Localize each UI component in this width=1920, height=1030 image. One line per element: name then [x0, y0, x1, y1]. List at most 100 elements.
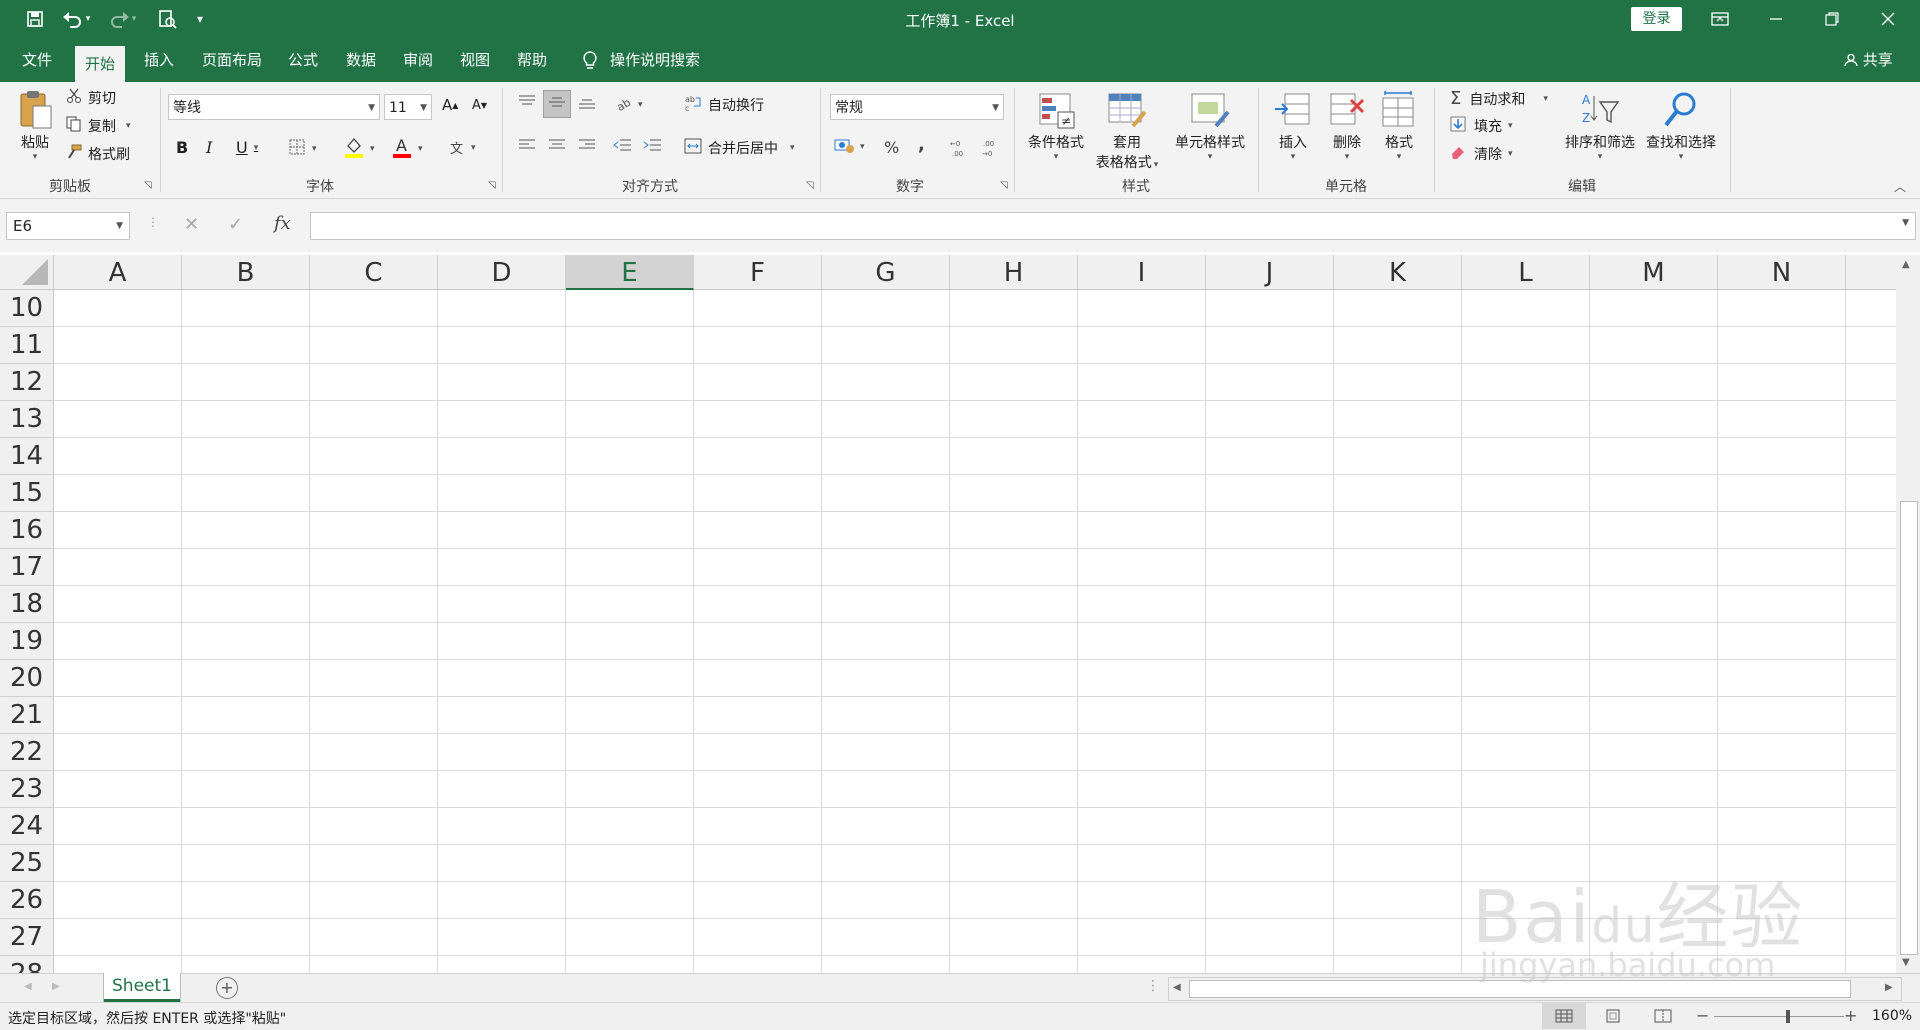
autosum-button[interactable]: Σ 自动求和 ▾: [1450, 88, 1548, 109]
row-header-24[interactable]: 24: [0, 808, 54, 845]
cell-styles-button[interactable]: 单元格样式 ▾: [1170, 90, 1250, 162]
tab-split-grip[interactable]: ⋮: [1146, 978, 1160, 994]
row-header-23[interactable]: 23: [0, 771, 54, 808]
font-name-combo[interactable]: 等线 ▼: [168, 94, 380, 120]
page-break-view-button[interactable]: [1654, 1009, 1672, 1027]
copy-dropdown-icon[interactable]: ▾: [126, 121, 131, 131]
row-header-12[interactable]: 12: [0, 364, 54, 401]
tell-me-search[interactable]: 操作说明搜索: [604, 47, 706, 73]
tab-file[interactable]: 文件: [16, 47, 58, 73]
row-header-22[interactable]: 22: [0, 734, 54, 771]
align-top-button[interactable]: [518, 94, 536, 112]
column-header-c[interactable]: C: [310, 255, 438, 290]
alignment-launcher-icon[interactable]: ◹: [806, 180, 814, 191]
align-middle-button[interactable]: [543, 90, 571, 118]
row-header-14[interactable]: 14: [0, 438, 54, 475]
tab-formulas[interactable]: 公式: [282, 47, 324, 73]
row-header-19[interactable]: 19: [0, 623, 54, 660]
column-header-b[interactable]: B: [182, 255, 310, 290]
column-header-partial[interactable]: [1846, 255, 1896, 290]
zoom-level[interactable]: 160%: [1872, 1008, 1912, 1024]
insert-function-icon[interactable]: fx: [274, 213, 291, 234]
scroll-down-icon[interactable]: ▼: [1902, 957, 1910, 968]
column-header-a[interactable]: A: [54, 255, 182, 290]
column-header-d[interactable]: D: [438, 255, 566, 290]
clipboard-launcher-icon[interactable]: ◹: [144, 180, 152, 191]
cancel-icon[interactable]: ✕: [184, 214, 199, 235]
align-left-button[interactable]: [518, 138, 536, 156]
column-header-n[interactable]: N: [1718, 255, 1846, 290]
tab-view[interactable]: 视图: [454, 47, 496, 73]
row-header-10[interactable]: 10: [0, 290, 54, 327]
phonetic-button[interactable]: 文 ▾: [450, 138, 476, 157]
decrease-decimal-button[interactable]: .00 →0: [982, 138, 1002, 162]
column-header-i[interactable]: I: [1078, 255, 1206, 290]
share-button[interactable]: 共享: [1838, 47, 1899, 73]
paste-button[interactable]: 粘贴 ▾: [14, 88, 56, 162]
tab-review[interactable]: 审阅: [397, 47, 439, 73]
login-button[interactable]: 登录: [1631, 7, 1682, 31]
column-header-j[interactable]: J: [1206, 255, 1334, 290]
scroll-left-icon[interactable]: ◀: [1173, 982, 1181, 993]
row-header-28[interactable]: 28: [0, 956, 54, 973]
lightbulb-icon[interactable]: [576, 47, 604, 73]
row-header-17[interactable]: 17: [0, 549, 54, 586]
row-header-16[interactable]: 16: [0, 512, 54, 549]
row-header-25[interactable]: 25: [0, 845, 54, 882]
next-sheet-icon[interactable]: ▶: [52, 981, 60, 992]
column-header-m[interactable]: M: [1590, 255, 1718, 290]
sheet-tab-sheet1[interactable]: Sheet1: [104, 973, 180, 1002]
format-painter-button[interactable]: 格式刷: [66, 144, 130, 164]
expand-formula-icon[interactable]: ▼: [1902, 218, 1909, 228]
tab-home[interactable]: 开始: [75, 46, 126, 82]
name-box-dropdown-icon[interactable]: ▼: [116, 213, 123, 239]
column-header-e[interactable]: E: [566, 255, 694, 290]
vertical-scrollbar[interactable]: ▲ ▼: [1896, 255, 1920, 973]
align-right-button[interactable]: [578, 138, 596, 156]
format-as-table-button[interactable]: 套用 表格格式 ▾: [1090, 90, 1164, 172]
grow-font-button[interactable]: A ▲: [442, 96, 458, 114]
align-center-button[interactable]: [548, 138, 566, 156]
formula-input[interactable]: ▼: [310, 212, 1916, 240]
accounting-format-button[interactable]: ▾: [834, 136, 865, 158]
percent-button[interactable]: %: [884, 138, 899, 157]
scroll-right-icon[interactable]: ▶: [1885, 982, 1893, 993]
increase-indent-button[interactable]: [642, 138, 662, 156]
merge-center-button[interactable]: 合并后居中 ▾: [684, 138, 795, 158]
zoom-in-icon[interactable]: +: [1844, 1006, 1857, 1025]
close-icon[interactable]: [1860, 0, 1916, 38]
cut-button[interactable]: 剪切: [66, 88, 116, 108]
row-header-20[interactable]: 20: [0, 660, 54, 697]
tab-data[interactable]: 数据: [340, 47, 382, 73]
collapse-ribbon-icon[interactable]: ︿: [1894, 178, 1906, 195]
font-launcher-icon[interactable]: ◹: [488, 180, 496, 191]
zoom-slider-thumb[interactable]: [1786, 1010, 1790, 1023]
scroll-up-icon[interactable]: ▲: [1902, 259, 1910, 270]
number-launcher-icon[interactable]: ◹: [1000, 180, 1008, 191]
decrease-indent-button[interactable]: [612, 138, 632, 156]
italic-button[interactable]: I: [206, 138, 212, 157]
fill-button[interactable]: 填充 ▾: [1450, 116, 1513, 136]
row-header-11[interactable]: 11: [0, 327, 54, 364]
conditional-formatting-button[interactable]: ≠ 条件格式 ▾: [1022, 90, 1090, 162]
underline-button[interactable]: U ▾: [236, 138, 258, 157]
column-header-g[interactable]: G: [822, 255, 950, 290]
align-bottom-button[interactable]: [578, 96, 596, 114]
comma-button[interactable]: ,: [918, 134, 925, 155]
column-header-f[interactable]: F: [694, 255, 822, 290]
name-box[interactable]: E6 ▼: [6, 212, 130, 240]
normal-view-button[interactable]: [1542, 1003, 1586, 1029]
borders-button[interactable]: ▾: [288, 138, 317, 160]
select-all-button[interactable]: [0, 255, 54, 290]
vertical-scroll-thumb[interactable]: [1900, 501, 1918, 955]
row-header-13[interactable]: 13: [0, 401, 54, 438]
minimize-icon[interactable]: [1748, 0, 1804, 38]
shrink-font-button[interactable]: A ▼: [472, 98, 487, 113]
column-header-h[interactable]: H: [950, 255, 1078, 290]
clear-button[interactable]: 清除 ▾: [1450, 144, 1513, 164]
paste-dropdown-icon[interactable]: ▾: [14, 152, 56, 162]
increase-decimal-button[interactable]: ←0.00: [950, 138, 970, 162]
zoom-slider-track[interactable]: [1714, 1016, 1844, 1017]
find-select-button[interactable]: 查找和选择 ▾: [1642, 90, 1720, 162]
bold-button[interactable]: B: [176, 138, 188, 157]
